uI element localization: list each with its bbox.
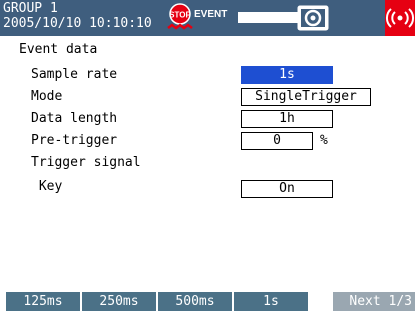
svg-text:STOP: STOP	[169, 11, 191, 20]
mode-label: Mode	[31, 89, 63, 104]
group-name: GROUP 1	[3, 1, 58, 16]
sample-rate-label: Sample rate	[31, 67, 118, 82]
recorder-screen: GROUP 1 2005/10/10 10:10:10 STOP EVENT E…	[0, 0, 415, 311]
mode-field[interactable]: SingleTrigger	[241, 88, 371, 106]
softkey-1s[interactable]: 1s	[234, 292, 308, 311]
key-label: Key	[31, 179, 63, 194]
data-length-field[interactable]: 1h	[241, 110, 333, 128]
page-title: Event data	[19, 42, 98, 57]
softkey-bar: 125ms 250ms 500ms 1s Next 1/3	[0, 292, 415, 311]
status-bar-field	[238, 12, 298, 23]
softkey-125ms[interactable]: 125ms	[6, 292, 80, 311]
softkey-500ms[interactable]: 500ms	[158, 292, 232, 311]
data-length-label: Data length	[31, 111, 118, 126]
softkey-250ms[interactable]: 250ms	[82, 292, 156, 311]
trigger-signal-heading: Trigger signal	[31, 155, 141, 170]
status-bar: GROUP 1 2005/10/10 10:10:10 STOP EVENT	[0, 0, 415, 36]
camera-icon[interactable]	[296, 3, 330, 33]
pre-trigger-field[interactable]: 0	[241, 132, 313, 150]
key-field[interactable]: On	[241, 180, 333, 198]
pre-trigger-label: Pre-trigger	[31, 133, 118, 148]
softkey-next-page[interactable]: Next 1/3	[333, 292, 415, 311]
stop-icon: STOP	[167, 3, 193, 30]
pre-trigger-unit: %	[320, 133, 328, 148]
date-time: 2005/10/10 10:10:10	[3, 16, 152, 31]
sample-rate-field[interactable]: 1s	[241, 66, 333, 84]
event-label: EVENT	[194, 9, 228, 20]
alarm-icon	[385, 0, 415, 36]
